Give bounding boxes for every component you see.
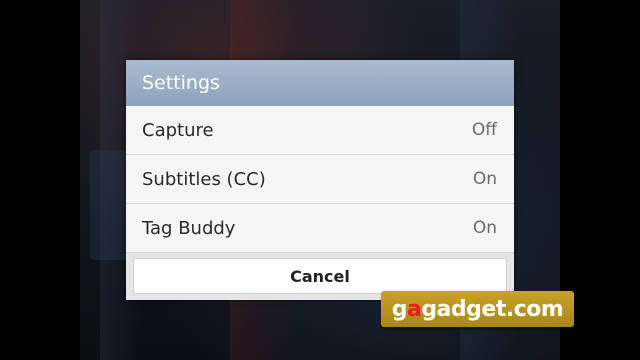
setting-label: Tag Buddy <box>142 217 236 239</box>
setting-label: Subtitles (CC) <box>142 168 266 190</box>
setting-row-subtitles[interactable]: Subtitles (CC) On <box>126 155 514 204</box>
setting-row-capture[interactable]: Capture Off <box>126 106 514 155</box>
setting-value: On <box>472 218 497 238</box>
settings-dialog: Settings Capture Off Subtitles (CC) On T… <box>126 60 514 300</box>
gagadget-watermark-logo: gagadget.com <box>381 291 574 327</box>
setting-value: Off <box>471 120 497 140</box>
cancel-button-label: Cancel <box>290 266 350 286</box>
background-console <box>90 150 130 260</box>
video-player-screen: Settings Capture Off Subtitles (CC) On T… <box>0 0 640 360</box>
dialog-title: Settings <box>142 72 220 94</box>
setting-value: On <box>472 169 497 189</box>
setting-label: Capture <box>142 119 214 141</box>
dialog-header: Settings <box>126 60 514 106</box>
watermark-text: gagadget.com <box>391 296 564 322</box>
setting-row-tag-buddy[interactable]: Tag Buddy On <box>126 204 514 253</box>
cancel-button[interactable]: Cancel <box>133 258 507 294</box>
